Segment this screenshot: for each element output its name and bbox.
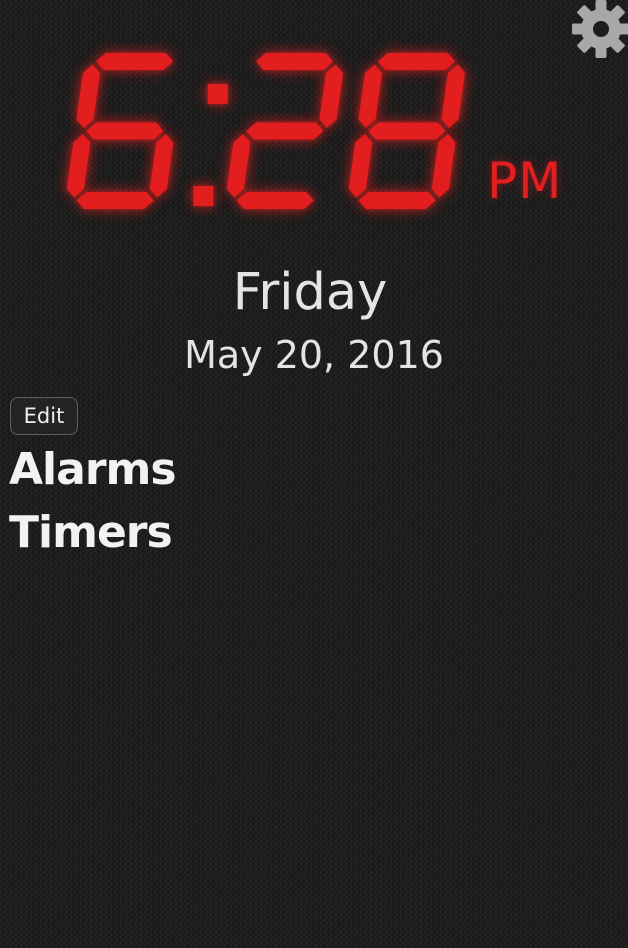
timers-section-header[interactable]: Timers [9, 511, 173, 555]
seven-segment-time [66, 53, 465, 209]
time-digit [226, 53, 343, 209]
settings-button[interactable] [570, 0, 628, 60]
full-date: May 20, 2016 [184, 333, 444, 377]
edit-button[interactable]: Edit [10, 397, 78, 435]
colon-separator [193, 84, 228, 206]
gear-icon [572, 0, 628, 58]
time-digit [348, 53, 465, 209]
alarms-section-header[interactable]: Alarms [9, 448, 177, 492]
meridiem-label: PM [487, 152, 563, 210]
time-digit [66, 53, 174, 209]
clock-display [64, 50, 484, 212]
day-name: Friday [232, 263, 388, 322]
